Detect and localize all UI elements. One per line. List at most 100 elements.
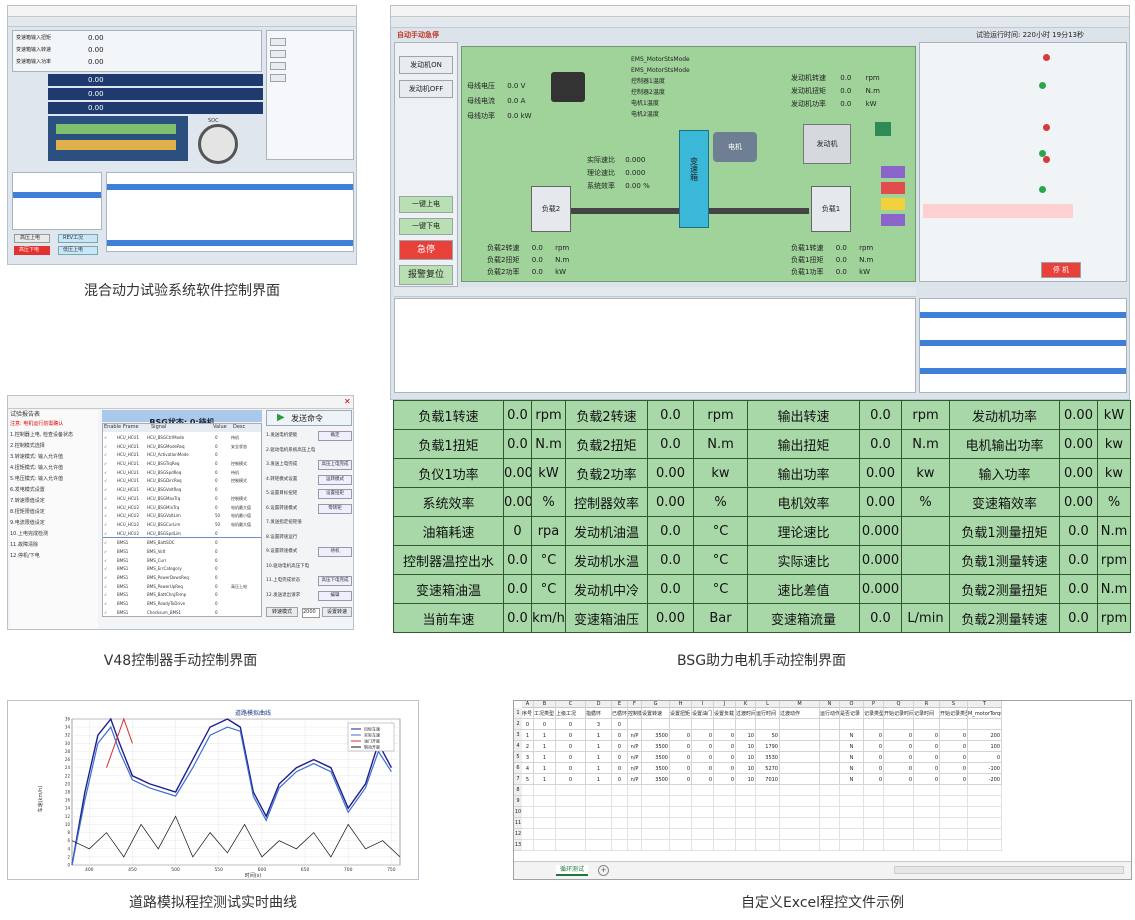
excel-cell[interactable]: 0 <box>670 741 692 752</box>
excel-cell[interactable]: 3 <box>522 752 534 763</box>
excel-cell[interactable] <box>840 719 864 730</box>
excel-empty-cell[interactable] <box>864 807 884 818</box>
v48-command-button[interactable]: 待机 <box>318 547 352 557</box>
excel-empty-cell[interactable] <box>780 818 820 829</box>
excel-empty-cell[interactable] <box>670 785 692 796</box>
excel-empty-cell[interactable] <box>714 796 736 807</box>
excel-cell[interactable]: 10 <box>736 763 756 774</box>
excel-empty-cell[interactable] <box>628 807 642 818</box>
excel-col-letter[interactable]: I <box>692 701 714 708</box>
hybrid-right-btn-1[interactable] <box>270 38 286 46</box>
excel-empty-cell[interactable] <box>556 796 586 807</box>
excel-header-cell[interactable]: 控制模式 <box>628 708 642 719</box>
excel-empty-cell[interactable] <box>714 807 736 818</box>
excel-cell[interactable]: 1 <box>586 774 612 785</box>
excel-row-number[interactable]: 2 <box>514 719 522 730</box>
excel-empty-cell[interactable] <box>884 829 914 840</box>
excel-empty-cell[interactable] <box>628 796 642 807</box>
excel-cell[interactable]: 0 <box>670 774 692 785</box>
excel-empty-cell[interactable] <box>612 796 628 807</box>
excel-cell[interactable]: n/P <box>628 741 642 752</box>
excel-header-cell[interactable]: 是否记录 <box>840 708 864 719</box>
excel-cell[interactable]: 0 <box>940 763 968 774</box>
excel-header-cell[interactable]: 工况类型 <box>534 708 556 719</box>
excel-empty-cell[interactable] <box>670 829 692 840</box>
excel-empty-cell[interactable] <box>840 840 864 851</box>
v48-signal-row[interactable]: ✓ HCU_HCU1 HCU_BSGMaxTrq 0 控制模式 <box>103 494 261 503</box>
excel-col-letter[interactable]: Q <box>884 701 914 708</box>
excel-cell[interactable]: 0 <box>864 752 884 763</box>
excel-col-letter[interactable]: C <box>556 701 586 708</box>
excel-cell[interactable] <box>642 719 670 730</box>
excel-cell[interactable]: 10 <box>736 774 756 785</box>
excel-cell[interactable] <box>940 719 968 730</box>
excel-empty-cell[interactable] <box>534 796 556 807</box>
excel-empty-cell[interactable] <box>820 840 840 851</box>
excel-empty-cell[interactable] <box>670 818 692 829</box>
excel-cell[interactable]: 1 <box>586 730 612 741</box>
v48-speed-value[interactable]: 2000 <box>302 608 320 618</box>
excel-row-number[interactable]: 12 <box>514 829 522 840</box>
excel-empty-cell[interactable] <box>820 818 840 829</box>
excel-cell[interactable]: 0 <box>612 730 628 741</box>
excel-empty-cell[interactable] <box>556 840 586 851</box>
excel-col-letter[interactable]: D <box>586 701 612 708</box>
excel-empty-cell[interactable] <box>780 785 820 796</box>
excel-empty-cell[interactable] <box>692 807 714 818</box>
excel-empty-cell[interactable] <box>968 785 1002 796</box>
hybrid-right-list-highlight-2[interactable] <box>107 240 353 246</box>
excel-col-letter[interactable]: T <box>968 701 1002 708</box>
v48-signal-row[interactable]: ✓ HCU_HCU1 HCU_ActivationMode 0 <box>103 450 261 459</box>
hybrid-right-btn-3[interactable] <box>270 62 286 70</box>
excel-empty-cell[interactable] <box>840 785 864 796</box>
excel-cell[interactable]: N <box>840 752 864 763</box>
excel-header-cell[interactable]: M_motorTorque <box>968 708 1002 719</box>
excel-empty-cell[interactable] <box>534 829 556 840</box>
excel-cell[interactable]: 1790 <box>756 741 780 752</box>
excel-empty-cell[interactable] <box>914 840 940 851</box>
v48-signal-row[interactable]: ✓ HCU_HCU1 HCU_BSGModeReq 0 安全状态 <box>103 442 261 451</box>
excel-cell[interactable] <box>780 719 820 730</box>
excel-empty-cell[interactable] <box>968 829 1002 840</box>
v48-signal-row[interactable]: ✓ BMS1 BMS_ErrCategory 0 <box>103 564 261 573</box>
excel-cell[interactable]: 0 <box>914 741 940 752</box>
excel-header-cell[interactable]: 过渡时间 <box>736 708 756 719</box>
excel-cell[interactable]: 2 <box>522 741 534 752</box>
excel-empty-cell[interactable] <box>534 807 556 818</box>
excel-cell[interactable]: 0 <box>940 774 968 785</box>
excel-cell[interactable]: 3500 <box>642 774 670 785</box>
excel-header-cell[interactable]: 过渡动作 <box>780 708 820 719</box>
excel-empty-cell[interactable] <box>642 785 670 796</box>
excel-cell[interactable] <box>780 763 820 774</box>
excel-col-letter[interactable]: G <box>642 701 670 708</box>
excel-cell[interactable]: 0 <box>914 774 940 785</box>
hybrid-list-highlight[interactable] <box>13 192 101 198</box>
excel-empty-cell[interactable] <box>780 796 820 807</box>
excel-empty-cell[interactable] <box>612 807 628 818</box>
excel-header-cell[interactable]: 设置负载 <box>714 708 736 719</box>
excel-col-letter[interactable]: L <box>756 701 780 708</box>
excel-empty-cell[interactable] <box>884 807 914 818</box>
excel-cell[interactable] <box>692 719 714 730</box>
excel-header-cell[interactable]: 运行时间 <box>756 708 780 719</box>
excel-empty-cell[interactable] <box>522 807 534 818</box>
excel-cell[interactable]: 0 <box>940 741 968 752</box>
excel-empty-cell[interactable] <box>756 840 780 851</box>
excel-empty-cell[interactable] <box>914 818 940 829</box>
excel-cell[interactable]: 0 <box>692 741 714 752</box>
excel-empty-cell[interactable] <box>968 796 1002 807</box>
excel-empty-cell[interactable] <box>780 807 820 818</box>
excel-header-cell[interactable]: 上级工况 <box>556 708 586 719</box>
excel-empty-cell[interactable] <box>940 829 968 840</box>
excel-cell[interactable]: n/P <box>628 763 642 774</box>
excel-cell[interactable]: 3 <box>586 719 612 730</box>
excel-empty-cell[interactable] <box>692 785 714 796</box>
excel-empty-cell[interactable] <box>884 785 914 796</box>
excel-cell[interactable]: 0 <box>670 763 692 774</box>
excel-cell[interactable]: 0 <box>670 752 692 763</box>
excel-col-letter[interactable]: K <box>736 701 756 708</box>
excel-empty-cell[interactable] <box>534 818 556 829</box>
v48-signal-row[interactable]: ✓ BMS1 BMS_PowerDownReq 0 <box>103 573 261 582</box>
excel-row-number[interactable]: 13 <box>514 840 522 851</box>
excel-scrollbar[interactable] <box>894 866 1124 874</box>
